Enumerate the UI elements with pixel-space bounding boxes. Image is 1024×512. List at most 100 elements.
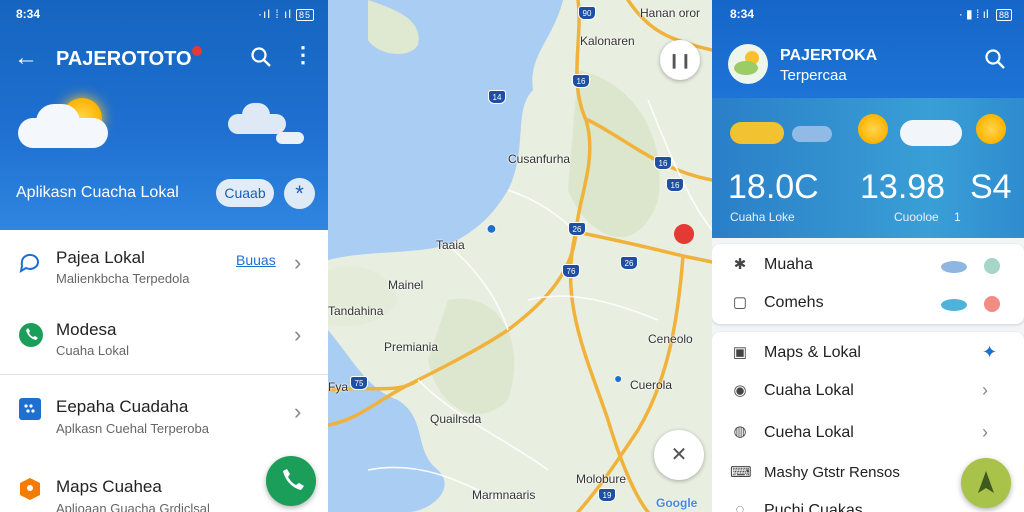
highway-shield: 26 [568,222,586,236]
grid-app-icon [18,397,42,421]
terrain-shade [428,298,515,415]
map-place-label: Mainel [388,278,424,292]
left-app-panel: 8:34 ·ıl ⁞ ıl 85 ← PAJEROTOTO ⋮ Aplikasn … [0,0,328,512]
highway-shield: 90 [578,6,596,20]
google-attribution: Google [656,496,698,510]
pin-icon: ◍ [733,423,747,440]
status-time: 8:34 [16,7,41,21]
navigate-fab-button[interactable] [961,458,1011,508]
list-item-subtitle: Aplioaan Guacha Grdiclsal [56,501,210,512]
list-item[interactable]: Modesa Cuaha Lokal › [0,302,328,374]
map-place-label: Tandahina [328,304,384,318]
list-item-subtitle: Aplkasn Cuehal Terperoba [56,421,209,436]
more-vert-icon[interactable]: ⋮ [292,42,314,68]
highway-shield: 16 [572,74,590,88]
highway-shield: 76 [562,264,580,278]
right-header: 8:34 · ▮ ⁞ ıl 88 PAJERTOKA Terpercaa [712,0,1024,98]
location-pin-icon: ◉ [733,382,747,399]
sparkle-icon: ✦ [982,342,998,362]
list-item[interactable]: ✱ Muaha [712,246,1024,284]
small-cloud-bump-icon [242,103,270,127]
search-icon[interactable] [984,48,1006,75]
call-fab-button[interactable] [266,456,316,506]
list-item[interactable]: Eepaha Cuadaha Aplkasn Cuehal Terperoba … [0,375,328,455]
temperature-caption: Cuaha Loke [730,210,795,224]
weather-header: 8:34 ·ıl ⁞ ıl 85 ← PAJEROTOTO ⋮ Aplikasn … [0,0,328,230]
chevron-right-icon: › [294,322,302,347]
chevron-right-icon: › [982,380,988,400]
pill-button[interactable]: Cuaab [216,179,274,207]
map-square-icon: ▣ [732,344,748,361]
map-place-label: Molobure [576,472,627,486]
right-app-panel: 8:34 · ▮ ⁞ ıl 88 PAJERTOKA Terpercaa 18.… [712,0,1024,512]
list-item-link[interactable]: Buuas [236,252,276,268]
list-item-label: Puchi Cuakas [764,502,863,512]
asterisk-button[interactable]: * [284,178,315,209]
map-place-label: Premiania [384,340,439,354]
notification-dot-icon [192,46,202,56]
signal-icons: ·ıl ⁞ ıl [257,7,292,21]
highway-shield: 26 [620,256,638,270]
cloud-status-icon [940,256,1000,281]
list-item-label: Mashy Gtstr Rensos [764,464,900,481]
highway-shield: 19 [598,488,616,502]
chat-bubble-icon [18,250,42,274]
map-place-label: Kalonaren [580,34,635,48]
cloud-icon [900,120,962,146]
sun-icon [976,114,1006,144]
location-label: Aplikasn Cuacha Lokal [16,184,179,201]
map-view[interactable]: Hanan oror Kalonaren Cusanfurha Taaia Ma… [328,0,712,512]
highway-shield: 16 [666,178,684,192]
back-arrow-icon[interactable]: ← [14,44,38,72]
navigate-icon [978,471,994,493]
blue-pin-icon: ● [486,218,497,238]
highway-shield: 14 [488,90,506,104]
temperature-caption: 1 [954,210,961,224]
highway-shield: 75 [350,376,368,390]
app-bar: ← PAJEROTOTO ⋮ [0,40,328,76]
map-place-label: Cuerola [630,378,673,392]
temperature-value: 18.0C [728,168,819,206]
list-item-title: Maps Cuahea [56,477,162,496]
chevron-right-icon: › [294,399,302,424]
map-place-label: Quailrsda [430,412,482,426]
list-item[interactable]: ◉ Cuaha Lokal › [712,372,1024,410]
phone-icon [283,469,304,490]
tiny-cloud-icon [276,132,304,144]
keyboard-icon: ⌨ [730,464,752,481]
list-item[interactable]: ▣ Maps & Lokal ✦ [712,334,1024,372]
shield-icon: ▢ [732,294,748,311]
compass-button[interactable]: ✕ [654,430,704,480]
maps-box-icon [18,477,42,501]
cloud-bump-icon [36,104,80,140]
pause-button[interactable]: ❙❙ [660,40,700,80]
temperature-value: S4 [970,168,1012,206]
phone-badge-icon [18,322,43,347]
signal-icons: · ▮ ⁞ ıl [958,7,989,21]
cloud-icon [792,126,832,142]
list-item-title: Eepaha Cuadaha [56,397,189,416]
list-item-label: Maps & Lokal [764,344,861,361]
sun-cloud-icon [730,122,784,144]
map-place-label: Hanan oror [640,6,701,20]
status-bar: 8:34 ·ıl ⁞ ıl 85 [0,0,328,26]
circle-icon: ◌ [735,501,745,512]
app-title: PAJEROTOTO [56,48,192,70]
header-title: PAJERTOKA [780,47,878,64]
list-item-subtitle: Cuaha Lokal [56,343,129,358]
status-icons: ·ıl ⁞ ıl 85 [258,7,314,21]
status-time: 8:34 [730,7,755,21]
search-icon[interactable] [250,46,272,73]
map-canvas [328,0,712,512]
list-item-title: Pajea Lokal [56,248,145,267]
wind-icon: ✱ [733,256,747,273]
map-place-label: Ceneolo [648,332,693,346]
battery-icon: 88 [995,9,1012,21]
blue-pin-icon: ● [614,370,623,386]
list-item[interactable]: ▢ Comehs [712,284,1024,322]
list-item[interactable]: Pajea Lokal Malienkbcha Terpedola Buuas … [0,230,328,302]
chevron-right-icon: › [294,250,302,275]
list-item[interactable]: ◍ Cueha Lokal › [712,410,1024,454]
header-subtitle: Terpercaa [780,67,847,84]
sun-icon [858,114,888,144]
